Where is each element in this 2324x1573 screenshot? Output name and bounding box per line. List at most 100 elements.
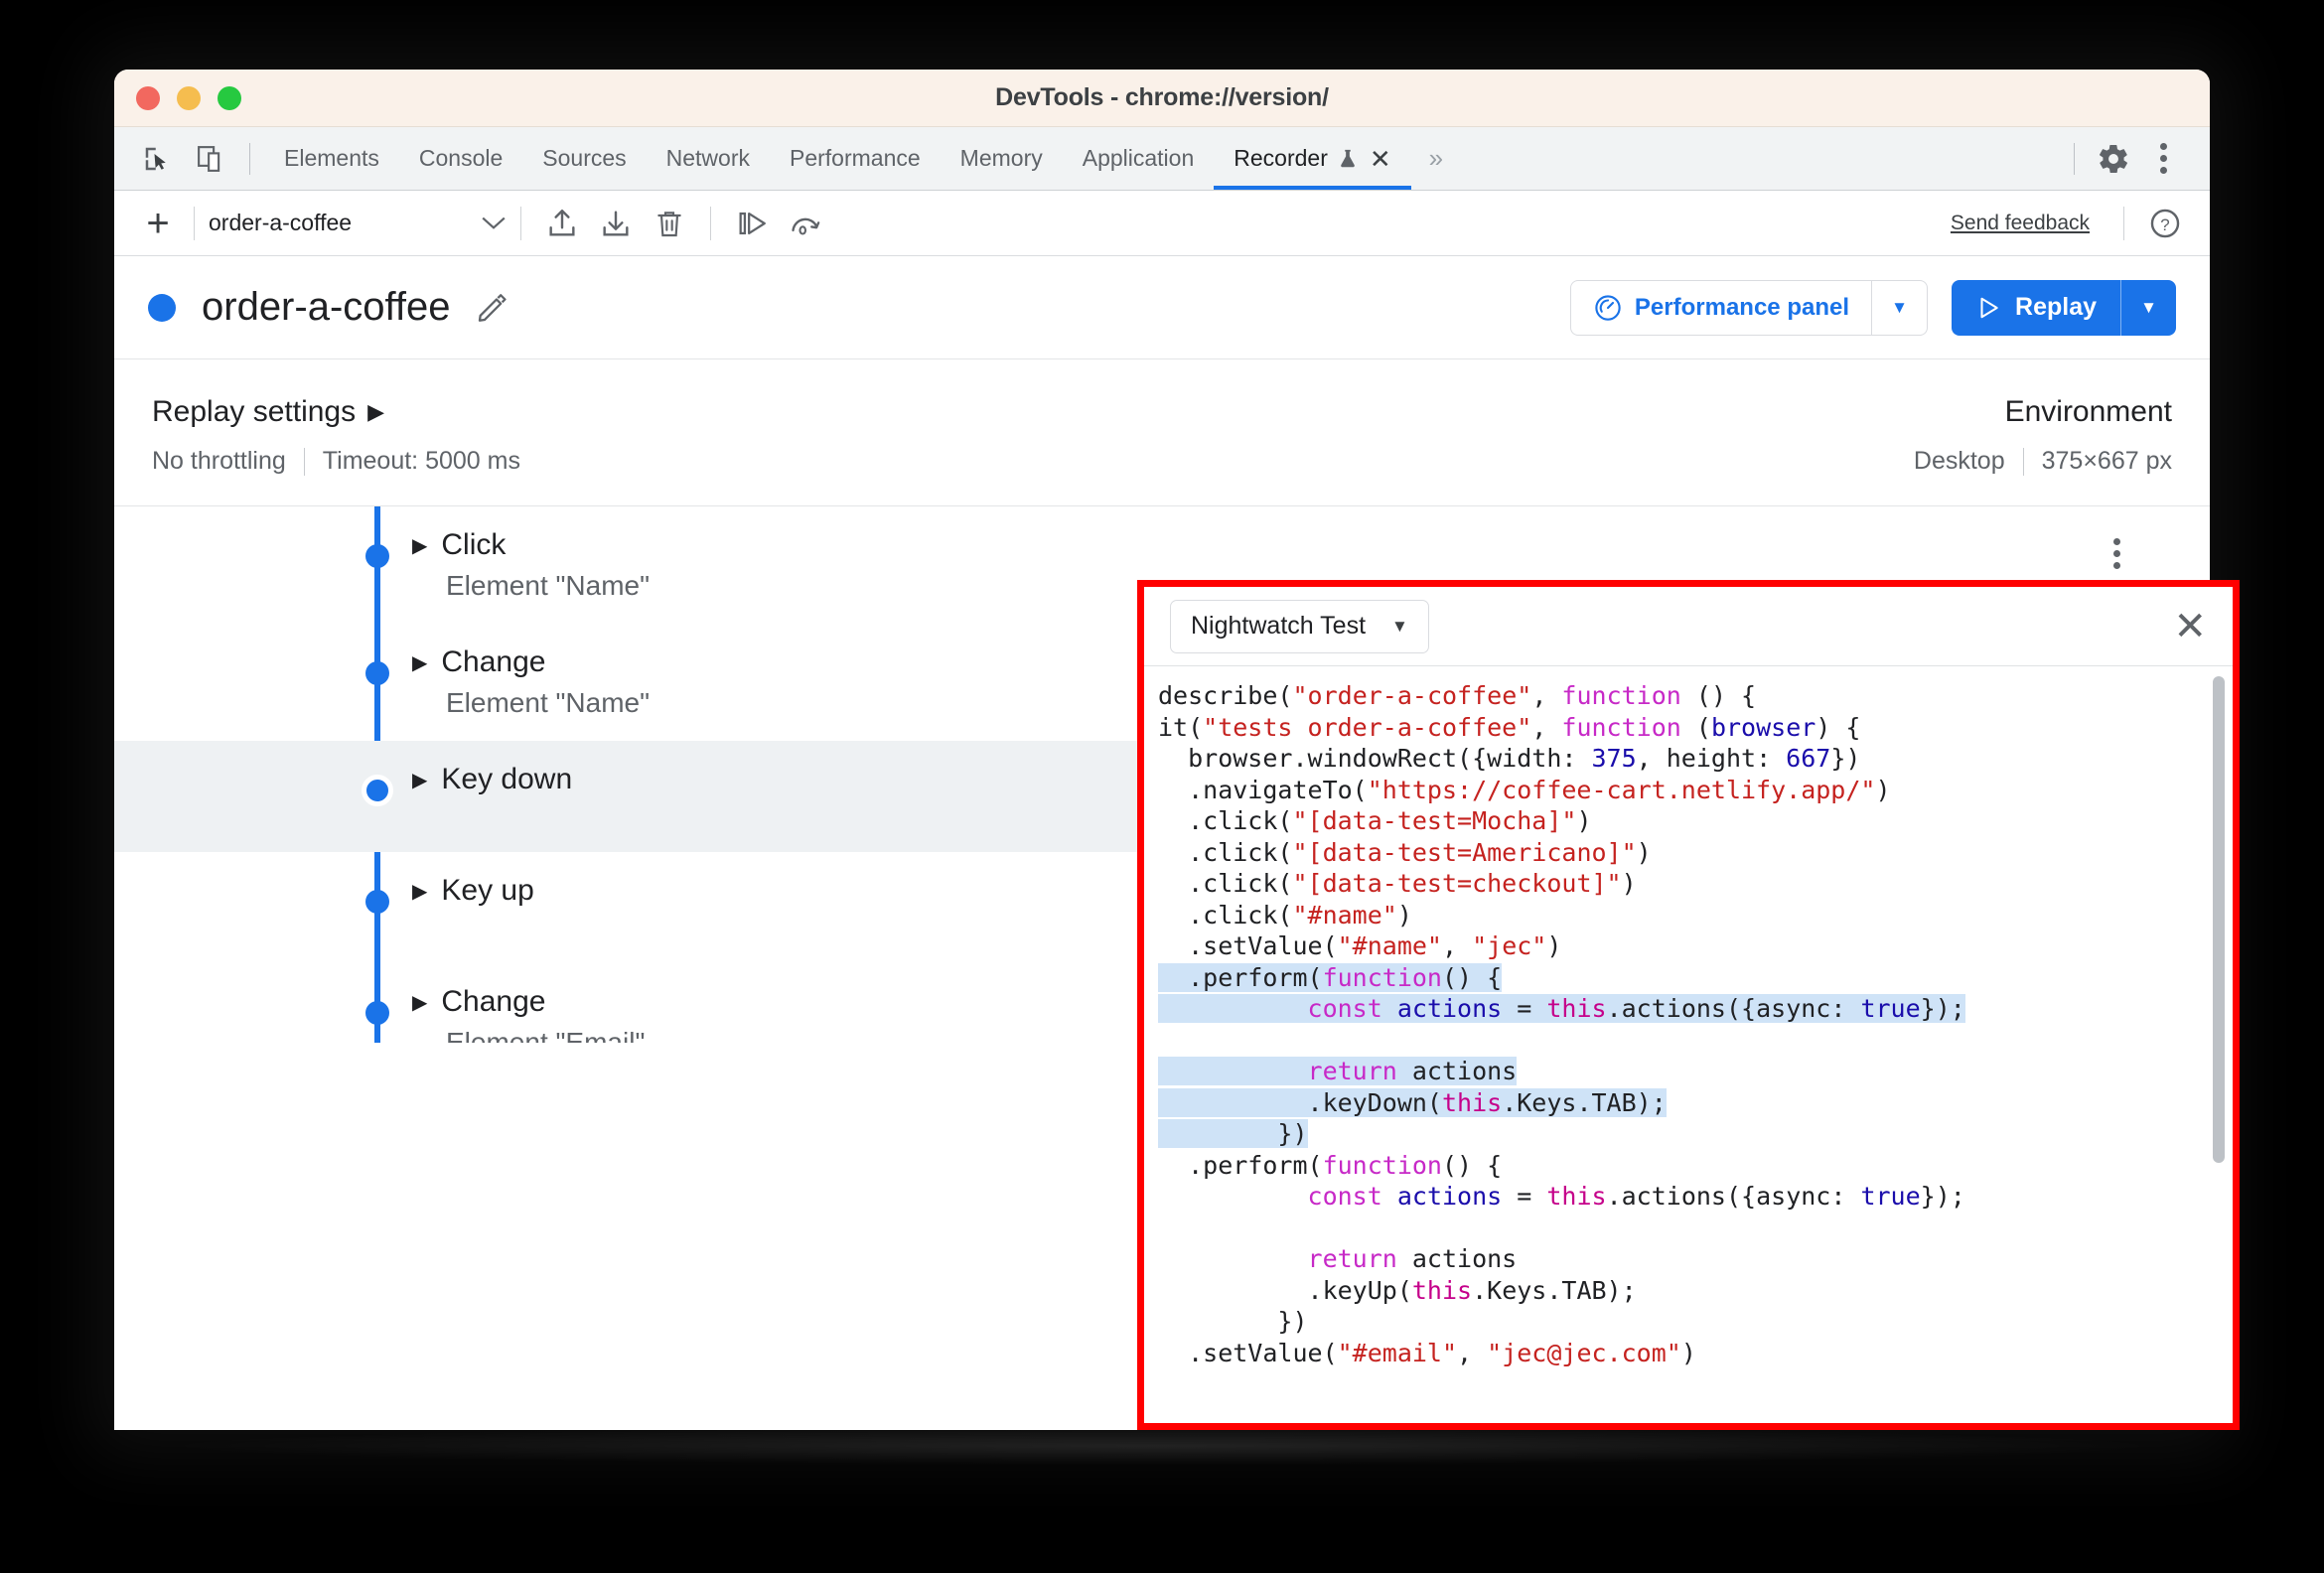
close-code-panel-button[interactable]: ✕ xyxy=(2173,607,2207,646)
step-bullet-icon xyxy=(365,890,389,914)
send-feedback-link[interactable]: Send feedback xyxy=(1951,212,2109,235)
more-tabs-button[interactable]: » xyxy=(1411,127,1461,190)
caret-right-icon: ▶ xyxy=(412,534,428,557)
code-scrollbar[interactable] xyxy=(2213,676,2225,1163)
toolbar-divider-2 xyxy=(520,206,521,240)
tabbar-right-divider xyxy=(2074,142,2075,175)
recorder-toolbar: + order-a-coffee Send feedback ? xyxy=(114,191,2210,256)
replay-button-main[interactable]: Replay xyxy=(1952,280,2120,336)
screen: DevTools - chrome://version/ Elements Co… xyxy=(0,0,2324,1573)
performance-panel-dropdown[interactable]: ▼ xyxy=(1871,280,1927,335)
step-menu-button[interactable] xyxy=(2113,538,2120,569)
toolbar-right-group: Send feedback ? xyxy=(1951,200,2192,247)
devtools-tabbar: Elements Console Sources Network Perform… xyxy=(114,127,2210,191)
step-title-row[interactable]: ▶ Change xyxy=(412,985,645,1019)
inspect-element-button[interactable] xyxy=(132,134,182,184)
tab-label: Recorder xyxy=(1234,145,1328,171)
close-tab-icon[interactable]: ✕ xyxy=(1370,146,1391,172)
replay-settings-label: Replay settings xyxy=(152,395,357,428)
recording-selector-label: order-a-coffee xyxy=(209,210,353,235)
replay-recording-button[interactable] xyxy=(779,200,832,247)
performance-panel-button[interactable]: Performance panel ▼ xyxy=(1569,279,1929,336)
device-toolbar-button[interactable] xyxy=(186,134,235,184)
edit-recording-name-button[interactable] xyxy=(475,291,508,325)
step-title-row[interactable]: ▶ Key down xyxy=(412,763,572,796)
tabbar-divider xyxy=(249,142,250,175)
toolbar-divider-3 xyxy=(710,206,711,240)
flask-experimental-icon xyxy=(1341,149,1355,167)
replay-settings-toggle[interactable]: Replay settings ▶ xyxy=(152,395,520,429)
create-recording-button[interactable]: + xyxy=(136,204,180,243)
vertical-dots-icon xyxy=(2159,143,2167,174)
step-title-row[interactable]: ▶ Click xyxy=(412,528,650,562)
help-button[interactable]: ? xyxy=(2138,200,2192,247)
tab-sources[interactable]: Sources xyxy=(522,127,646,190)
replay-loop-icon xyxy=(792,217,820,235)
recording-actions: Performance panel ▼ Replay ▼ xyxy=(1569,279,2176,336)
tab-label: Memory xyxy=(959,145,1043,171)
step-bullet-icon xyxy=(365,544,389,568)
replay-button-dropdown[interactable]: ▼ xyxy=(2120,279,2176,336)
gear-icon xyxy=(2100,144,2127,173)
chevron-double-right-icon: » xyxy=(1428,143,1444,173)
tab-elements[interactable]: Elements xyxy=(264,127,399,190)
summary-divider xyxy=(303,447,305,476)
step-title-row[interactable]: ▶ Change xyxy=(412,645,650,679)
tab-network[interactable]: Network xyxy=(647,127,770,190)
code-format-selector[interactable]: Nightwatch Test ▼ xyxy=(1170,599,1429,653)
replay-settings-summary: No throttling Timeout: 5000 ms xyxy=(152,447,520,476)
caret-right-icon: ▶ xyxy=(412,880,428,903)
timeout-value: Timeout: 5000 ms xyxy=(322,447,520,475)
recording-header: order-a-coffee Performance panel ▼ Repla… xyxy=(114,256,2210,359)
tab-console[interactable]: Console xyxy=(399,127,522,190)
step-content: ▶ Key down xyxy=(412,763,572,796)
settings-button[interactable] xyxy=(2089,134,2138,184)
step-over-icon xyxy=(739,212,766,234)
throttling-value: No throttling xyxy=(152,447,286,475)
performance-panel-main[interactable]: Performance panel xyxy=(1571,281,1871,335)
settings-row: Replay settings ▶ No throttling Timeout:… xyxy=(114,359,2210,506)
recording-selector[interactable]: order-a-coffee xyxy=(209,210,507,236)
step-bullet-icon xyxy=(365,1001,389,1025)
tab-label: Sources xyxy=(542,145,627,171)
tab-recorder[interactable]: Recorder ✕ xyxy=(1214,127,1412,190)
panel-tabs: Elements Console Sources Network Perform… xyxy=(264,127,1461,190)
code-editor[interactable]: describe("order-a-coffee", function () {… xyxy=(1144,666,2233,1368)
step-content: ▶ Key up xyxy=(412,874,534,908)
export-recording-button[interactable] xyxy=(589,200,643,247)
step-content: ▶ Click Element "Name" xyxy=(412,528,650,602)
step-title: Key down xyxy=(441,763,573,795)
replay-button[interactable]: Replay ▼ xyxy=(1952,279,2176,336)
svg-text:?: ? xyxy=(2160,215,2169,234)
caret-right-icon: ▶ xyxy=(412,651,428,674)
code-scroll-area[interactable]: describe("order-a-coffee", function () {… xyxy=(1144,666,2233,1423)
tab-label: Elements xyxy=(284,145,379,171)
tab-application[interactable]: Application xyxy=(1063,127,1215,190)
step-title: Change xyxy=(441,985,546,1018)
step-content: ▶ Change Element "Name" xyxy=(412,645,650,719)
step-title-row[interactable]: ▶ Key up xyxy=(412,874,534,908)
step-recording-button[interactable] xyxy=(725,200,779,247)
environment-divider xyxy=(2022,447,2024,476)
import-icon xyxy=(549,209,575,236)
step-subtitle: Element "Email" xyxy=(446,1027,646,1043)
caret-right-icon: ▶ xyxy=(367,399,385,424)
more-options-button[interactable] xyxy=(2138,134,2188,184)
step-bullet-icon xyxy=(365,661,389,685)
delete-recording-button[interactable] xyxy=(643,200,696,247)
tab-performance[interactable]: Performance xyxy=(770,127,941,190)
window-title: DevTools - chrome://version/ xyxy=(995,83,1329,111)
step-title: Click xyxy=(441,528,507,561)
step-title: Change xyxy=(441,645,546,678)
tab-memory[interactable]: Memory xyxy=(941,127,1063,190)
toolbar-divider-4 xyxy=(2123,206,2124,240)
import-recording-button[interactable] xyxy=(535,200,589,247)
code-format-label: Nightwatch Test xyxy=(1191,612,1367,640)
speedometer-icon xyxy=(1595,294,1621,321)
caret-down-icon: ▼ xyxy=(1391,616,1408,636)
performance-panel-label: Performance panel xyxy=(1634,293,1850,321)
toolbar-divider-1 xyxy=(194,206,195,240)
tab-label: Application xyxy=(1082,145,1195,171)
environment-label: Environment xyxy=(2004,395,2172,428)
tabbar-left-icons xyxy=(132,127,235,190)
